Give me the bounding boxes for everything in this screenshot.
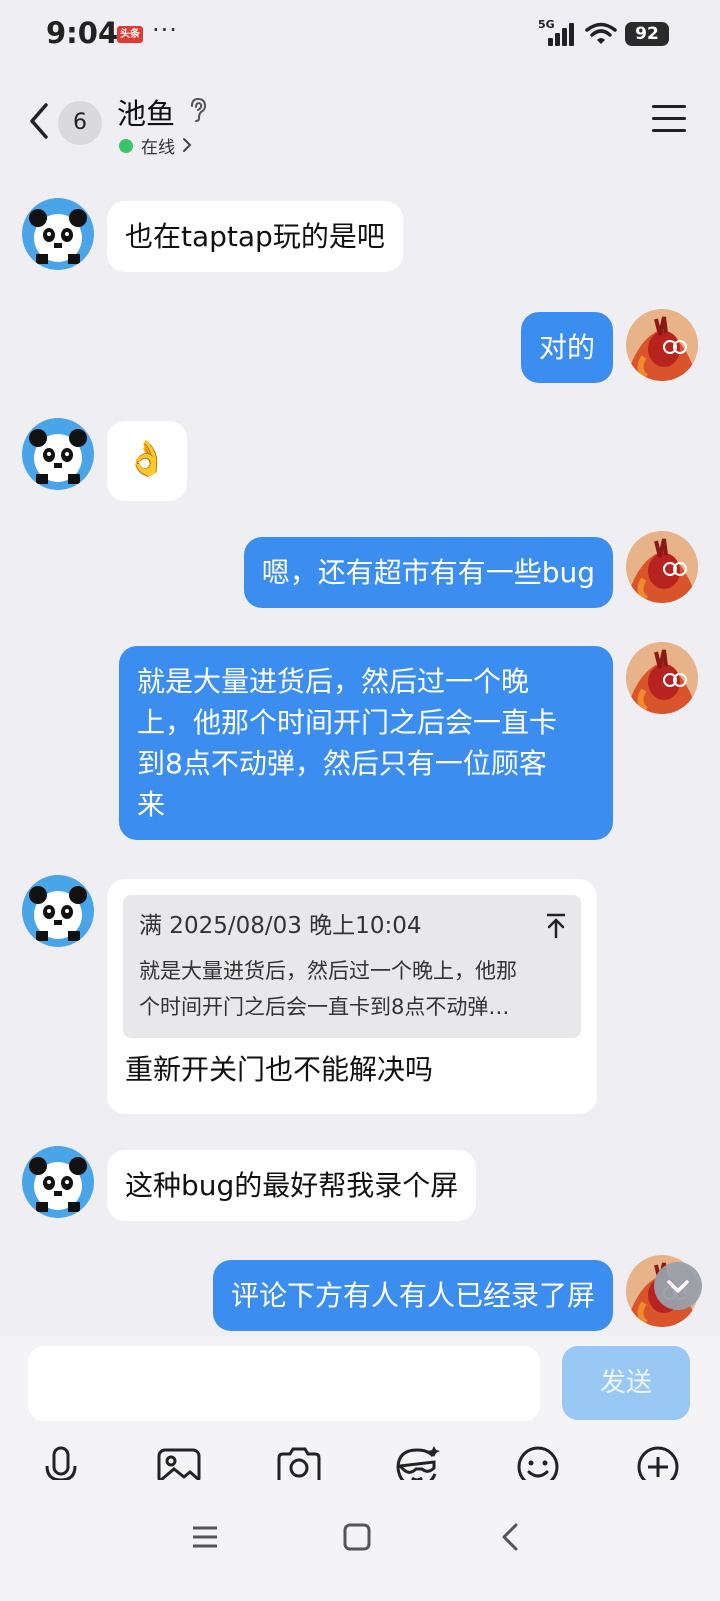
message-bubble-emoji[interactable]: 👌 <box>107 421 187 501</box>
send-button[interactable]: 发送 <box>562 1346 690 1420</box>
news-app-icon: 头条 <box>117 26 143 43</box>
message-input[interactable] <box>28 1346 540 1421</box>
scroll-to-bottom-button[interactable] <box>654 1262 702 1310</box>
panda-avatar-icon <box>29 209 87 264</box>
chat-header: 6 池鱼 在线 <box>0 75 720 170</box>
signal-icon <box>548 22 578 46</box>
message-text: 嗯，还有超市有有一些bug <box>261 556 595 589</box>
message-bubble-incoming[interactable]: 也在taptap玩的是吧 <box>107 201 403 272</box>
online-status-label[interactable]: 在线 <box>141 133 175 158</box>
message-line: 到8点不动弹，然后只有一位顾客 <box>137 747 547 780</box>
message-bubble-reply[interactable]: 满 2025/08/03 晚上10:04 就是大量进货后，然后过一个晚上，他那 … <box>107 879 597 1114</box>
contact-avatar[interactable] <box>22 1146 94 1218</box>
panda-avatar-icon <box>29 1157 87 1212</box>
pony-avatar-icon <box>626 309 698 381</box>
wifi-icon <box>585 22 617 44</box>
panda-avatar-icon <box>29 429 87 484</box>
message-bubble-outgoing[interactable]: 对的 <box>520 312 613 383</box>
system-navigation-bar <box>0 1480 720 1601</box>
message-text: 对的 <box>538 331 595 364</box>
quoted-line: 就是大量进货后，然后过一个晚上，他那 <box>139 959 517 983</box>
online-status-dot <box>119 139 133 153</box>
contact-avatar[interactable] <box>22 418 94 490</box>
message-text: 评论下方有人有人已经录了屏 <box>230 1279 595 1312</box>
quoted-message[interactable]: 满 2025/08/03 晚上10:04 就是大量进货后，然后过一个晚上，他那 … <box>123 895 581 1038</box>
chevron-right-icon <box>183 138 192 152</box>
message-text: 重新开关门也不能解决吗 <box>125 1053 434 1086</box>
my-avatar[interactable] <box>626 309 698 381</box>
contact-avatar[interactable] <box>22 198 94 270</box>
back-icon[interactable] <box>496 1522 526 1552</box>
message-line: 上，他那个时间开门之后会一直卡 <box>137 706 558 739</box>
message-text: 这种bug的最好帮我录个屏 <box>125 1169 459 1202</box>
ok-hand-emoji: 👌 <box>125 439 169 479</box>
recents-icon[interactable] <box>190 1522 220 1552</box>
earpiece-mode-icon[interactable] <box>188 97 208 123</box>
message-bubble-outgoing[interactable]: 就是大量进货后，然后过一个晚 上，他那个时间开门之后会一直卡 到8点不动弹，然后… <box>119 646 613 840</box>
status-time: 9:04 <box>46 16 119 50</box>
contact-name[interactable]: 池鱼 <box>117 91 175 133</box>
panda-avatar-icon <box>29 886 87 941</box>
pony-avatar-icon <box>626 642 698 714</box>
message-bubble-outgoing[interactable]: 评论下方有人有人已经录了屏 <box>212 1260 613 1331</box>
message-line: 来 <box>137 788 166 821</box>
home-icon[interactable] <box>342 1522 372 1552</box>
unread-count-badge[interactable]: 6 <box>58 101 102 145</box>
my-avatar[interactable] <box>626 642 698 714</box>
quoted-message-text: 就是大量进货后，然后过一个晚上，他那 个时间开门之后会一直卡到8点不动弹… <box>139 953 549 1025</box>
battery-icon: 92 <box>625 22 669 46</box>
quoted-line: 个时间开门之后会一直卡到8点不动弹… <box>139 995 510 1019</box>
message-bubble-outgoing[interactable]: 嗯，还有超市有有一些bug <box>243 537 613 608</box>
my-avatar[interactable] <box>626 531 698 603</box>
message-bubble-incoming[interactable]: 这种bug的最好帮我录个屏 <box>107 1150 477 1221</box>
menu-icon[interactable] <box>652 105 686 133</box>
contact-avatar[interactable] <box>22 875 94 947</box>
jump-to-original-icon[interactable] <box>545 913 567 939</box>
message-line: 就是大量进货后，然后过一个晚 <box>137 665 530 698</box>
pony-avatar-icon <box>626 531 698 603</box>
more-notifications-icon: ··· <box>152 16 178 44</box>
chevron-down-icon <box>667 1280 689 1293</box>
quoted-message-meta: 满 2025/08/03 晚上10:04 <box>139 913 422 939</box>
status-bar: 9:04 头条 ··· 5G 92 <box>0 0 720 70</box>
back-arrow-icon[interactable] <box>24 101 54 141</box>
message-text: 也在taptap玩的是吧 <box>125 220 385 253</box>
